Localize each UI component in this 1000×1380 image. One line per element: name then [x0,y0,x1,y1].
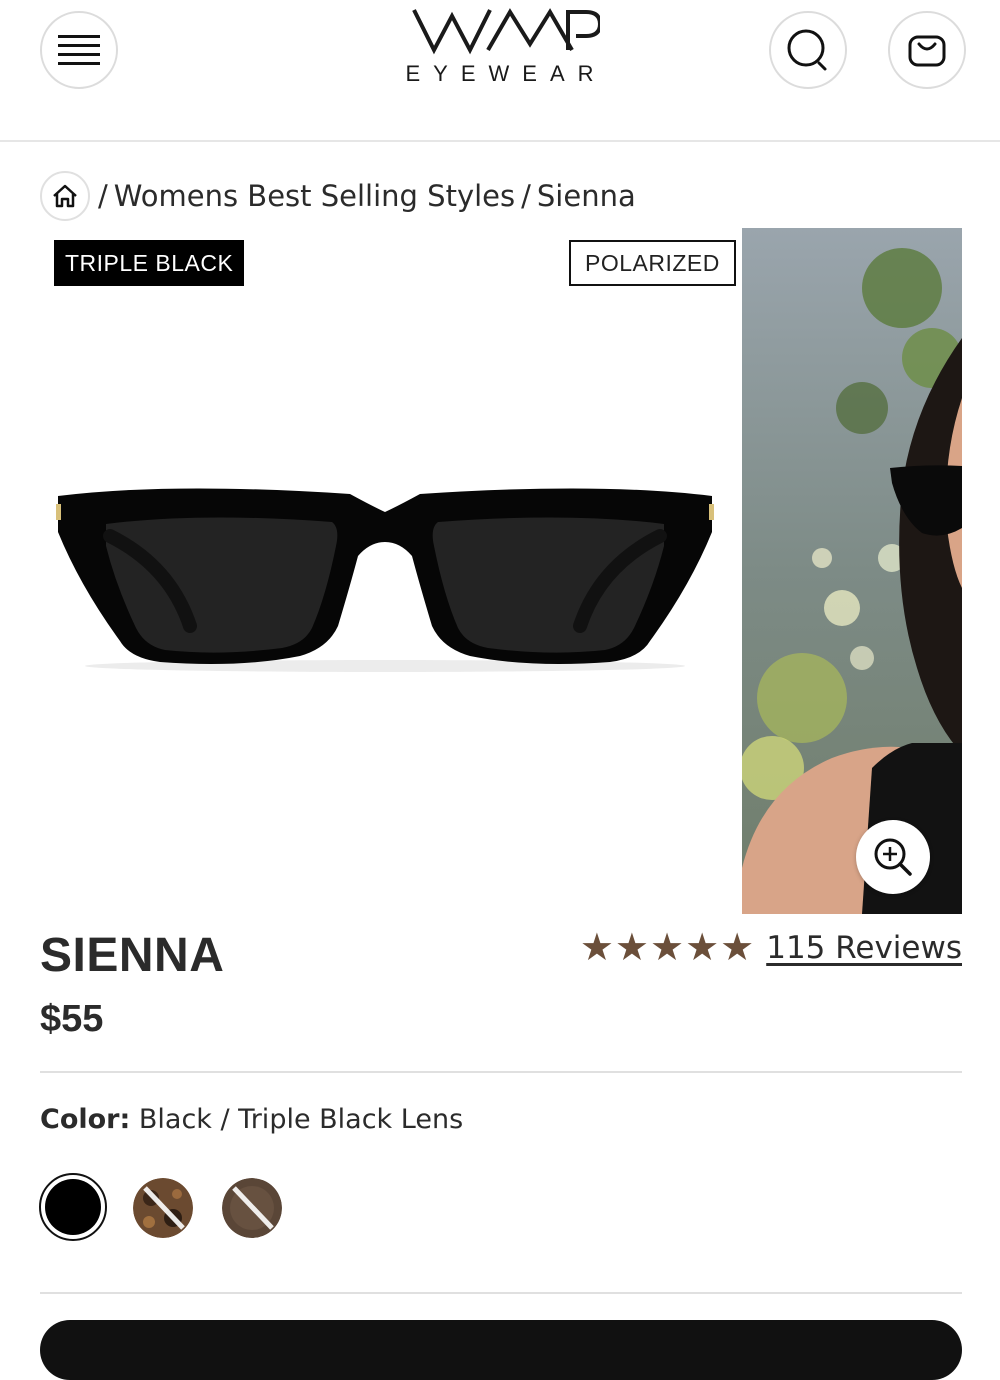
divider [40,1071,962,1073]
add-to-cart-button[interactable] [40,1320,962,1380]
product-rating[interactable]: ★ ★ ★ ★ ★ 115 Reviews [580,928,962,968]
color-value: Black / Triple Black Lens [138,1104,464,1135]
product-price: $55 [40,998,104,1040]
polarized-badge: POLARIZED [569,240,736,286]
logo-subtitle: EYEWEAR [405,61,607,86]
color-selection-label: Color: Black / Triple Black Lens [40,1104,463,1135]
breadcrumb-home[interactable] [40,171,90,221]
logo-mark [412,8,603,55]
swatch-black[interactable] [39,1173,107,1241]
star-icon: ★ [720,927,755,969]
swatch-black-fill [45,1179,101,1235]
star-icon: ★ [614,927,649,969]
product-title: SIENNA [40,929,225,982]
product-image-main[interactable]: TRIPLE BLACK POLARIZED [40,228,736,914]
breadcrumb-item-category[interactable]: Womens Best Selling Styles [114,179,515,213]
star-icon: ★ [579,927,614,969]
product-image-model[interactable] [742,228,962,914]
search-icon [787,29,827,71]
divider [40,1292,962,1294]
home-icon [53,184,77,208]
brand-logo[interactable]: EYEWEAR [390,4,610,104]
tortoise-swatch-icon [133,1178,193,1238]
swatch-tortoise[interactable] [133,1178,193,1238]
search-button[interactable] [769,11,847,89]
star-icon: ★ [649,927,685,969]
variant-badge: TRIPLE BLACK [54,240,245,286]
zoom-button[interactable] [856,820,930,894]
hamburger-icon [58,35,100,65]
product-gallery[interactable]: TRIPLE BLACK POLARIZED [40,228,962,914]
color-label: Color: [40,1104,131,1135]
star-rating: ★ ★ ★ ★ ★ [580,928,754,968]
breadcrumb-separator: / [521,179,531,213]
reviews-link[interactable]: 115 Reviews [766,930,962,966]
breadcrumb-separator: / [98,179,108,213]
sunglasses-image [56,488,714,672]
breadcrumb: / Womens Best Selling Styles / Sienna [40,170,642,222]
swatch-brown[interactable] [222,1178,282,1238]
cart-button[interactable] [888,11,966,89]
menu-button[interactable] [40,11,118,89]
breadcrumb-item-current: Sienna [536,179,636,213]
brown-swatch-icon [222,1178,282,1238]
bag-icon [908,35,946,67]
site-header: EYEWEAR [0,0,1000,142]
zoom-in-icon [874,838,912,876]
model-photo [742,228,962,914]
star-icon: ★ [685,927,720,969]
